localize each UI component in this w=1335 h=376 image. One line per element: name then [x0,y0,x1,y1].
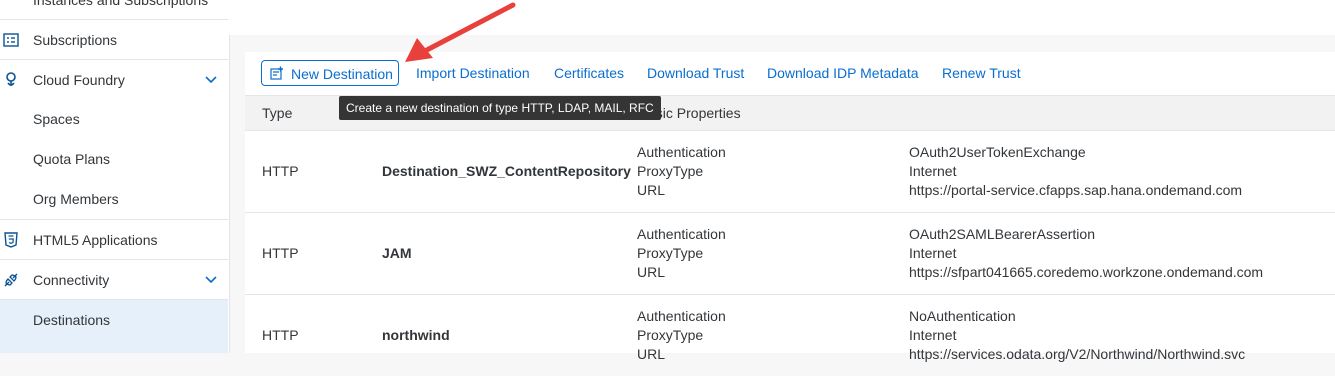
connectivity-icon [3,272,19,288]
property-value: OAuth2UserTokenExchange [909,144,1086,160]
sidebar-item-label: Subscriptions [33,31,118,48]
property-value: Internet [909,245,957,261]
property-key: Authentication [637,144,726,160]
chevron-down-icon[interactable] [204,73,218,87]
cell-property-values: OAuth2SAMLBearerAssertion Internet https… [909,225,1263,282]
list-icon [3,32,19,48]
sidebar-item-html5-applications[interactable]: HTML5 Applications [0,219,228,259]
sidebar-item-spaces[interactable]: Spaces [0,99,228,139]
sidebar-item-quota-plans[interactable]: Quota Plans [0,139,228,179]
annotation-arrow-icon [405,2,516,62]
new-destination-label: New Destination [291,66,393,82]
cell-property-keys: Authentication ProxyType URL [637,143,726,200]
sidebar: Instances and Subscriptions Subscription… [0,0,230,353]
sidebar-item-org-members[interactable]: Org Members [0,179,228,219]
property-value: NoAuthentication [909,308,1016,324]
cell-type: HTTP [262,327,299,343]
property-value: https://portal-service.cfapps.sap.hana.o… [909,182,1243,198]
property-value: https://services.odata.org/V2/Northwind/… [909,346,1246,362]
cell-type: HTTP [262,163,299,179]
sidebar-item-cloud-foundry[interactable]: Cloud Foundry [0,59,228,99]
cell-property-values: OAuth2UserTokenExchange Internet https:/… [909,143,1242,200]
property-key: ProxyType [637,163,704,179]
sidebar-item-label: Connectivity [33,271,110,288]
cloud-foundry-icon [3,71,19,88]
cell-property-keys: Authentication ProxyType URL [637,307,726,364]
cell-property-values: NoAuthentication Internet https://servic… [909,307,1245,364]
renew-trust-button[interactable]: Renew Trust [942,60,1021,86]
new-destination-tooltip: Create a new destination of type HTTP, L… [339,96,661,120]
sidebar-item-label: Cloud Foundry [33,71,125,88]
property-key: ProxyType [637,327,704,343]
cell-type: HTTP [262,245,299,261]
property-value: OAuth2SAMLBearerAssertion [909,226,1095,242]
sidebar-item-label: Quota Plans [33,151,111,167]
html5-icon [3,231,19,248]
table-row[interactable]: HTTP Destination_SWZ_ContentRepository A… [245,130,1335,213]
property-value: Internet [909,327,957,343]
sidebar-item-label: Instances and Subscriptions [33,0,209,8]
sidebar-item-label: HTML5 Applications [33,231,158,248]
cell-property-keys: Authentication ProxyType URL [637,225,726,282]
sidebar-item-label: Spaces [33,111,80,127]
sidebar-item-subscriptions[interactable]: Subscriptions [0,19,228,59]
property-key: URL [637,346,666,362]
new-destination-button[interactable]: New Destination [261,60,399,86]
sidebar-item-label: Org Members [33,191,119,207]
sidebar-item-connectivity[interactable]: Connectivity [0,259,228,299]
cell-name[interactable]: JAM [382,245,412,261]
sidebar-item-label: Destinations [33,312,111,328]
cell-name[interactable]: northwind [382,327,450,343]
new-destination-icon [270,66,283,80]
certificates-button[interactable]: Certificates [554,60,624,86]
sidebar-item-instances-and-subscriptions[interactable]: Instances and Subscriptions [0,0,228,20]
property-key: Authentication [637,226,726,242]
property-key: URL [637,182,666,198]
property-value: Internet [909,163,957,179]
table-row[interactable]: HTTP JAM Authentication ProxyType URL OA… [245,212,1335,295]
property-value: https://sfpart041665.coredemo.workzone.o… [909,264,1264,280]
chevron-down-icon[interactable] [204,273,218,287]
download-trust-button[interactable]: Download Trust [647,60,744,86]
property-key: ProxyType [637,245,704,261]
download-idp-metadata-button[interactable]: Download IDP Metadata [767,60,919,86]
column-header-basic-properties: asic Properties [648,105,741,121]
column-header-type: Type [262,105,293,121]
cell-name[interactable]: Destination_SWZ_ContentRepository [382,163,631,179]
sidebar-item-destinations[interactable]: Destinations [0,299,228,353]
property-key: Authentication [637,308,726,324]
property-key: URL [637,264,666,280]
table-row[interactable]: HTTP northwind Authentication ProxyType … [245,294,1335,376]
